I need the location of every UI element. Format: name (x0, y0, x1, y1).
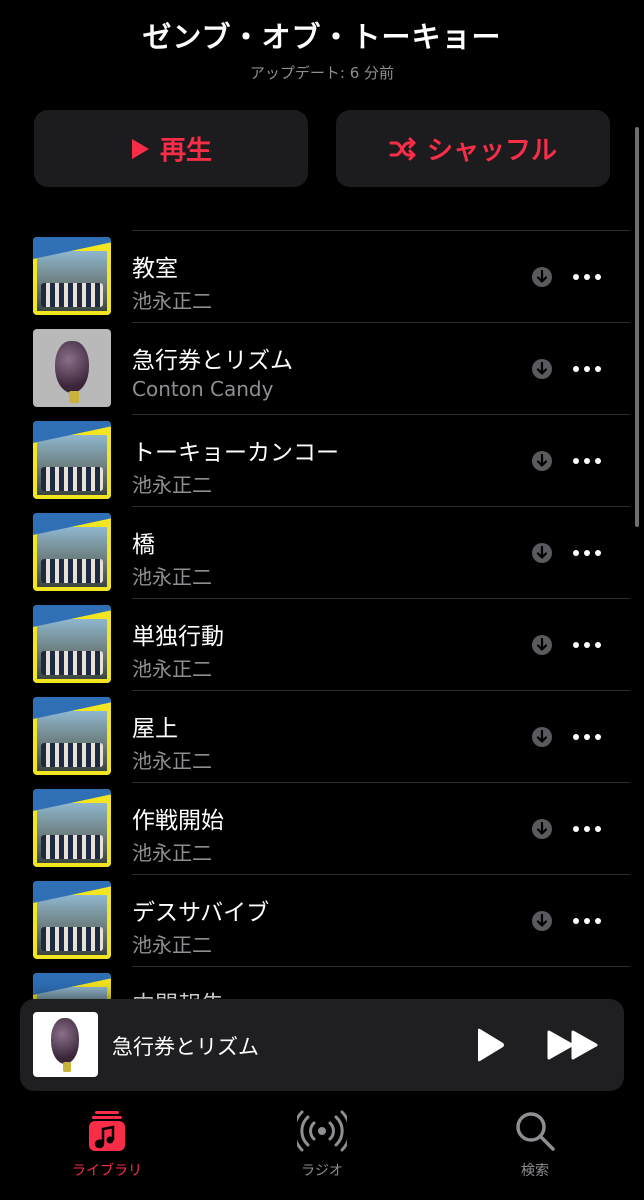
row-divider (132, 230, 630, 231)
downloaded-icon (532, 359, 552, 379)
row-divider (132, 782, 630, 783)
track-artist: Conton Candy (132, 377, 274, 401)
radio-icon (297, 1110, 347, 1152)
track-list: 教室 池永正二 急行券とリズム Conton Candy トーキョーカンコー 池永正二橋池… (0, 230, 644, 1000)
shuffle-button[interactable]: シャッフル (336, 110, 610, 187)
tab-library-label: ライブラリ (72, 1163, 142, 1179)
header: ゼンブ・オブ・トーキョー アップデート: 6 分前 (0, 0, 644, 100)
music-library-icon (89, 1111, 125, 1151)
shuffle-label: シャッフル (426, 136, 557, 166)
downloaded-icon (532, 727, 552, 747)
more-options-icon[interactable] (572, 818, 602, 840)
more-options-icon[interactable] (572, 542, 602, 564)
row-divider (132, 506, 630, 507)
track-row[interactable]: 教室 池永正二 (0, 230, 630, 322)
album-artwork (33, 697, 111, 775)
row-divider (132, 690, 630, 691)
mini-player[interactable]: 急行券とリズム (20, 999, 624, 1091)
now-playing-artwork (33, 1012, 98, 1077)
tab-search-label: 検索 (521, 1163, 549, 1179)
track-title: 作戦開始 (132, 808, 224, 834)
row-divider (132, 598, 630, 599)
downloaded-icon (532, 267, 552, 287)
track-title: 教室 (132, 256, 178, 282)
track-row[interactable]: デスサバイブ 池永正二 (0, 874, 630, 966)
now-playing-title: 急行券とリズム (112, 1035, 259, 1059)
row-divider (132, 874, 630, 875)
tab-search[interactable]: 検索 (460, 1110, 610, 1180)
shuffle-icon (389, 137, 416, 160)
track-row[interactable]: 急行券とリズム Conton Candy (0, 322, 630, 414)
tab-library[interactable]: ライブラリ (32, 1110, 182, 1180)
track-title: 急行券とリズム (132, 348, 293, 374)
more-options-icon[interactable] (572, 450, 602, 472)
track-row[interactable]: トーキョーカンコー 池永正二 (0, 414, 630, 506)
track-title: 屋上 (132, 716, 178, 742)
downloaded-icon (532, 911, 552, 931)
downloaded-icon (532, 543, 552, 563)
album-artwork (33, 513, 111, 591)
row-divider (132, 322, 630, 323)
downloaded-icon (532, 451, 552, 471)
track-title: 橋 (132, 532, 155, 558)
tab-bar: ライブラリ ラジオ 検索 (0, 1100, 644, 1200)
album-artwork (33, 973, 111, 1000)
track-row[interactable]: 橋池永正二 (0, 506, 630, 598)
play-icon[interactable] (475, 1028, 505, 1062)
track-title: 単独行動 (132, 624, 224, 650)
track-artist: 池永正二 (132, 933, 212, 957)
fast-forward-icon[interactable] (547, 1030, 599, 1060)
track-title: トーキョーカンコー (132, 440, 339, 466)
album-artwork (33, 329, 111, 407)
track-row[interactable]: 中間報告 (0, 966, 630, 1000)
track-title: デスサバイブ (132, 900, 270, 926)
tab-radio-label: ラジオ (301, 1163, 343, 1179)
track-title: 中間報告 (132, 985, 224, 1000)
downloaded-icon (532, 819, 552, 839)
play-icon (131, 138, 149, 159)
track-artist: 池永正二 (132, 657, 212, 681)
track-artist: 池永正二 (132, 289, 212, 313)
more-options-icon[interactable] (572, 726, 602, 748)
more-options-icon[interactable] (572, 266, 602, 288)
album-artwork (33, 605, 111, 683)
track-artist: 池永正二 (132, 565, 212, 589)
play-label: 再生 (159, 136, 212, 166)
album-artwork (33, 421, 111, 499)
track-artist: 池永正二 (132, 841, 212, 865)
downloaded-icon (532, 635, 552, 655)
row-divider (132, 966, 630, 967)
more-options-icon[interactable] (572, 910, 602, 932)
track-row[interactable]: 屋上 池永正二 (0, 690, 630, 782)
album-artwork (33, 789, 111, 867)
playlist-title: ゼンブ・オブ・トーキョー (142, 20, 502, 54)
tab-radio[interactable]: ラジオ (247, 1110, 397, 1180)
more-options-icon[interactable] (572, 634, 602, 656)
search-icon (516, 1112, 555, 1151)
track-artist: 池永正二 (132, 473, 212, 497)
track-row[interactable]: 作戦開始 池永正二 (0, 782, 630, 874)
album-artwork (33, 237, 111, 315)
row-divider (132, 414, 630, 415)
album-artwork (33, 881, 111, 959)
update-time: アップデート: 6 分前 (249, 64, 395, 82)
track-artist: 池永正二 (132, 749, 212, 773)
track-row[interactable]: 単独行動 池永正二 (0, 598, 630, 690)
more-options-icon[interactable] (572, 358, 602, 380)
play-button[interactable]: 再生 (34, 110, 308, 187)
